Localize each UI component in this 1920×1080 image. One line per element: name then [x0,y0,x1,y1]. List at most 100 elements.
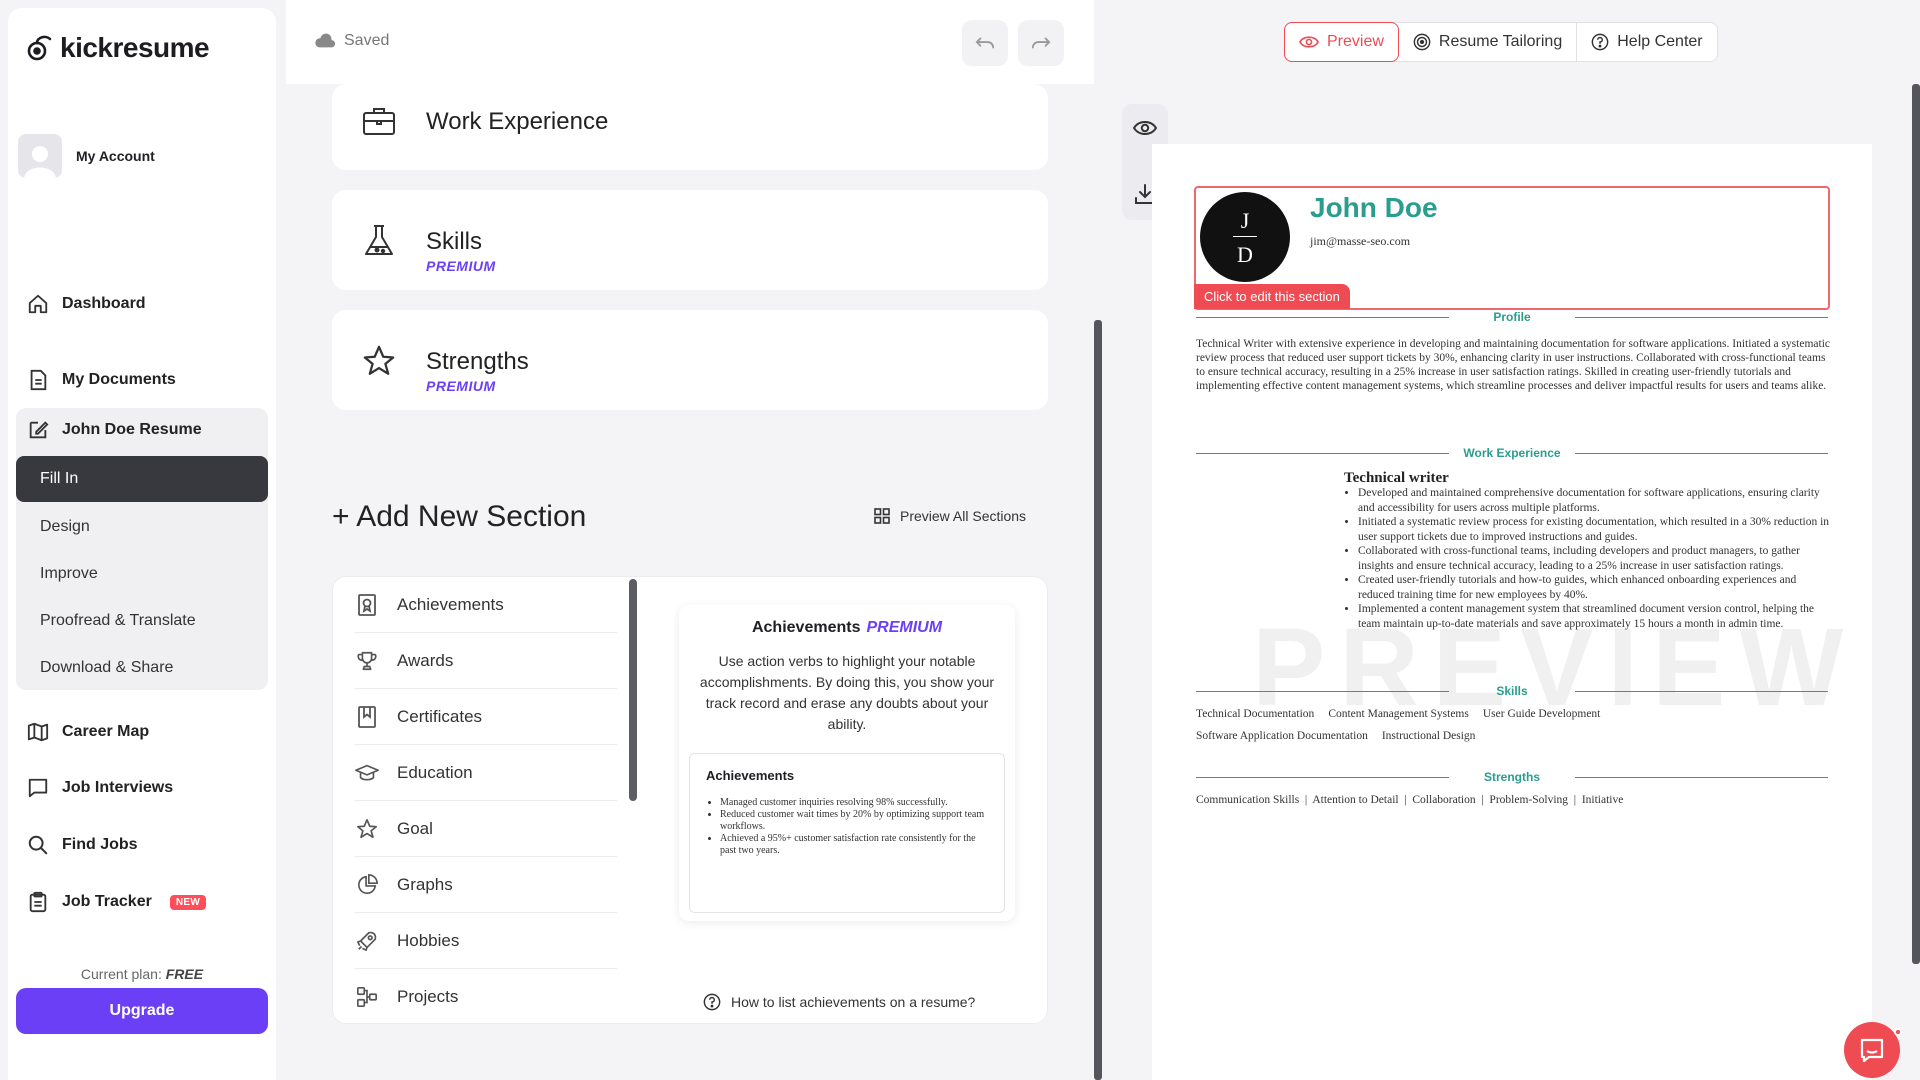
target-icon [1413,33,1431,51]
briefcase-icon [362,106,396,136]
tab-resume-tailoring[interactable]: Resume Tailoring [1399,23,1578,61]
redo-button[interactable] [1018,20,1064,66]
search-icon [26,833,50,857]
add-section-panel: Achievements Awards Certificates Educati… [332,576,1048,1024]
resume-strengths-row: Communication Skills | Attention to Deta… [1196,794,1624,806]
job-bullet: Initiated a systematic review process fo… [1358,515,1830,544]
monogram: J D [1200,192,1290,282]
edit-section-tag[interactable]: Click to edit this section [1194,284,1350,309]
resume-name: John Doe [1310,192,1438,223]
home-icon [26,292,50,316]
howto-link[interactable]: How to list achievements on a resume? [703,993,975,1011]
document-icon [26,368,50,392]
edit-icon [26,418,50,442]
star-icon [362,344,396,378]
sub-design[interactable]: Design [16,504,268,550]
sidebar: kickresume My Account Dashboard My Docum… [8,8,276,1080]
sub-improve[interactable]: Improve [16,551,268,597]
nav-dashboard-label: Dashboard [62,295,146,312]
nav-my-documents[interactable]: My Documents [26,362,176,398]
section-work-experience[interactable]: Work Experience [332,84,1048,170]
clipboard-icon [26,890,50,914]
resume-skills-row: Software Application Documentation Instr… [1196,730,1475,742]
section-type-projects[interactable]: Projects [355,969,617,1025]
nav-job-interviews-label: Job Interviews [62,779,174,796]
nav-find-jobs-label: Find Jobs [62,836,138,853]
section-type-label: Graphs [397,874,453,894]
sample-item: Achieved a 95%+ customer satisfaction ra… [720,833,988,857]
avatar [18,134,62,178]
tab-help-center-label: Help Center [1617,33,1703,50]
resume-header-section[interactable]: J D John Doe jim@masse-seo.com Click to … [1194,186,1830,310]
editor-topbar: Saved [286,0,1094,84]
section-strengths[interactable]: Strengths PREMIUM [332,310,1048,410]
section-type-label: Projects [397,987,459,1006]
nav-career-map[interactable]: Career Map [26,714,149,750]
chat-bubble-icon [26,776,50,800]
editor-scrollbar[interactable] [1094,320,1102,1080]
section-type-achievements[interactable]: Achievements [355,577,617,633]
brand-name: kickresume [60,32,210,63]
section-type-goal[interactable]: Goal [355,801,617,857]
resume-email: jim@masse-seo.com [1310,234,1411,248]
resume-section-title-strengths: Strengths [1196,770,1828,784]
save-status-label: Saved [344,32,390,49]
resume-profile-text: Technical Writer with extensive experien… [1196,338,1830,392]
nav-career-map-label: Career Map [62,723,150,740]
section-type-awards[interactable]: Awards [355,633,617,689]
resume-job-title: Technical writer [1344,470,1449,486]
achievements-card-description: Use action verbs to highlight your notab… [699,653,995,732]
section-type-label: Hobbies [397,930,460,950]
chat-notification-dot [1894,1028,1902,1036]
nav-dashboard[interactable]: Dashboard [26,286,146,322]
achievements-preview-card: Achievements PREMIUM Use action verbs to … [679,605,1015,921]
skill-item: Content Management Systems [1328,708,1469,720]
nav-find-jobs[interactable]: Find Jobs [26,827,138,863]
nav-my-documents-label: My Documents [62,371,176,388]
job-bullet: Implemented a content management system … [1358,602,1830,631]
section-list-scrollbar[interactable] [629,579,637,801]
section-type-certificates[interactable]: Certificates [355,689,617,745]
chat-support-button[interactable] [1844,1022,1900,1078]
sample-item: Reduced customer wait times by 20% by op… [720,809,988,833]
tab-help-center[interactable]: Help Center [1577,23,1716,61]
resume-page: PREVIEW J D John Doe jim@masse-seo.com C… [1152,144,1872,1080]
help-circle-icon [703,993,721,1011]
monogram-divider [1233,236,1257,237]
howto-label: How to list achievements on a resume? [731,994,976,1010]
user-avatar-icon [24,146,56,178]
nav-resume-label: John Doe Resume [62,421,202,438]
tab-resume-tailoring-label: Resume Tailoring [1438,33,1563,50]
preview-all-sections-label: Preview All Sections [900,508,1027,524]
brand-logo[interactable]: kickresume [26,32,210,64]
nav-job-tracker[interactable]: Job Tracker NEW [26,884,207,920]
tab-preview[interactable]: Preview [1284,22,1399,62]
resume-group: John Doe Resume Fill In Design Improve P… [16,408,268,690]
sub-fill-in[interactable]: Fill In [16,456,268,502]
grid-icon [874,508,890,524]
sub-proofread-translate[interactable]: Proofread & Translate [16,598,268,644]
nav-job-tracker-label: Job Tracker [62,893,152,910]
preview-toggle-button[interactable] [1133,120,1157,136]
section-type-graphs[interactable]: Graphs [355,857,617,913]
section-title: Work Experience [426,108,609,135]
preview-all-sections-link[interactable]: Preview All Sections [874,508,1026,524]
upgrade-button[interactable]: Upgrade [16,988,268,1034]
section-skills[interactable]: Skills PREMIUM [332,190,1048,290]
eye-icon [1299,36,1319,48]
nav-job-interviews[interactable]: Job Interviews [26,770,173,806]
sample-title: Achievements [706,768,795,783]
nav-john-doe-resume[interactable]: John Doe Resume [26,412,202,448]
sub-download-share[interactable]: Download & Share [16,645,268,691]
tab-preview-label: Preview [1327,33,1384,50]
section-type-education[interactable]: Education [355,745,617,801]
preview-scrollbar[interactable] [1912,84,1920,964]
my-account-label: My Account [76,148,155,164]
sample-list: Managed customer inquiries resolving 98%… [706,797,988,857]
my-account[interactable]: My Account [18,134,155,178]
premium-label: PREMIUM [426,378,496,394]
job-bullet: Created user-friendly tutorials and how-… [1358,573,1830,602]
section-type-hobbies[interactable]: Hobbies [355,913,617,969]
premium-label: PREMIUM [866,619,943,636]
undo-button[interactable] [962,20,1008,66]
